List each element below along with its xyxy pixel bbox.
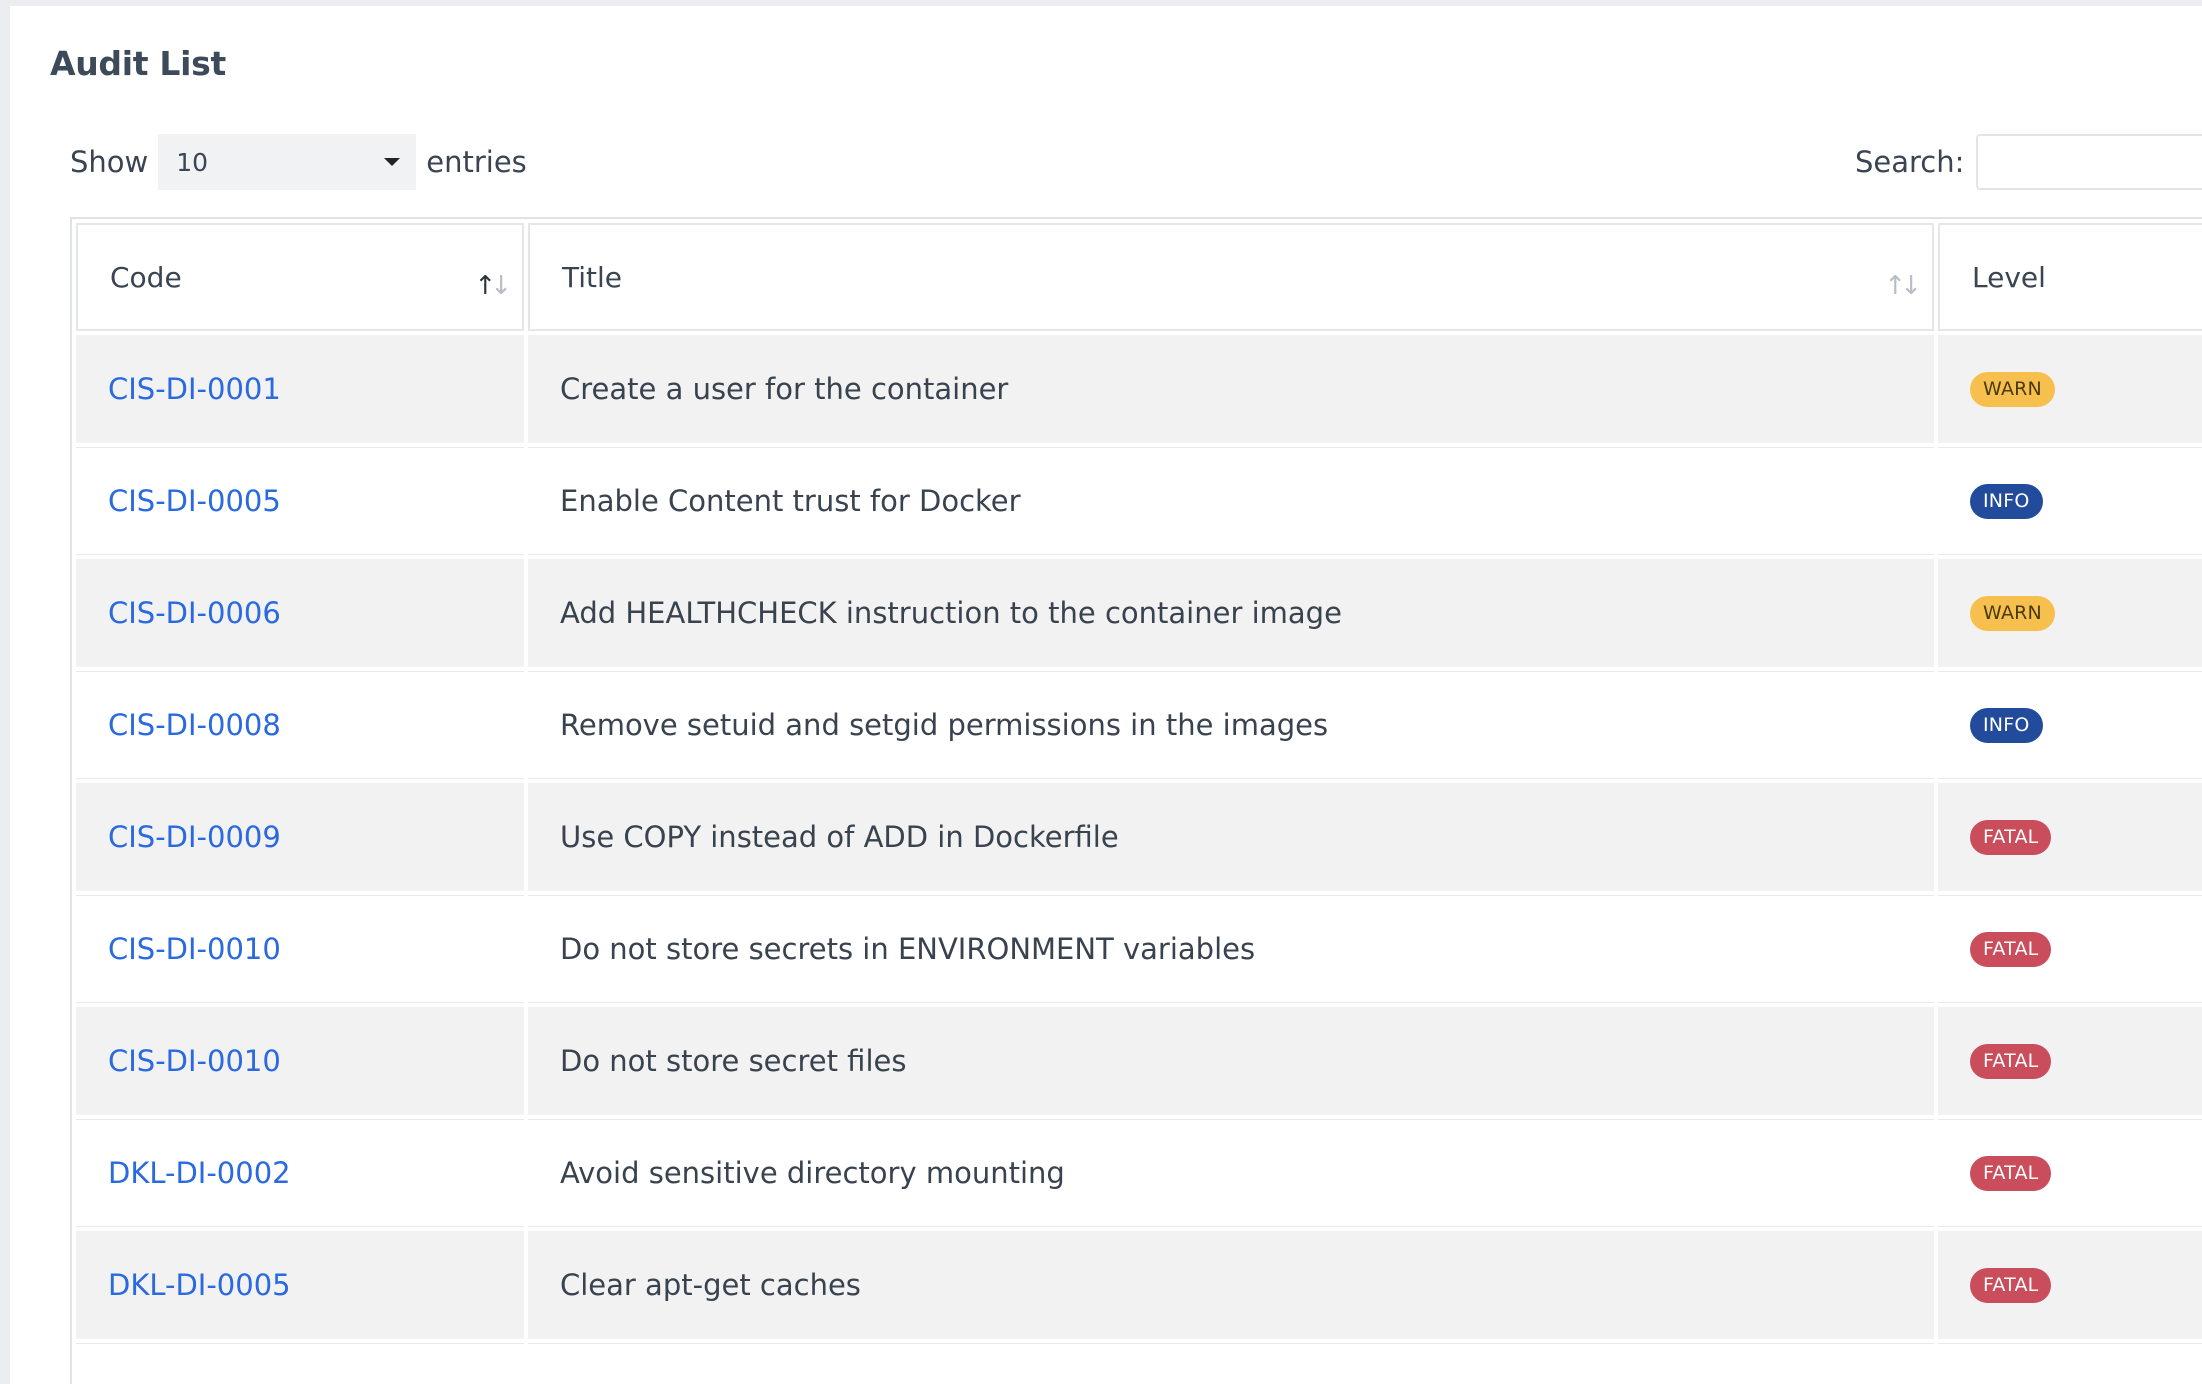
audit-title: Avoid sensitive directory mounting — [560, 1156, 1065, 1190]
table-cell-code: DKL-DI-0002 — [76, 1119, 524, 1227]
table-cell-level: FATAL — [1938, 1119, 2202, 1227]
table-cell-level: FATAL — [1938, 1231, 2202, 1339]
audit-title: Do not store secret files — [560, 1044, 907, 1078]
table-cell-code: CIS-DI-0006 — [76, 559, 524, 667]
table-cell-title: Use COPY instead of ADD in Dockerfile — [528, 783, 1934, 891]
table-cell-code: CIS-DI-0008 — [76, 671, 524, 779]
level-badge: FATAL — [1970, 1155, 2052, 1191]
table-cell-title: Add HEALTHCHECK instruction to the conta… — [528, 559, 1934, 667]
table-cell-code — [76, 1343, 524, 1384]
level-badge: FATAL — [1970, 931, 2052, 967]
audit-title: Enable Content trust for Docker — [560, 484, 1021, 518]
level-badge: FATAL — [1970, 819, 2052, 855]
table-cell-level — [1938, 1343, 2202, 1384]
search-input[interactable] — [1976, 134, 2202, 190]
table-cell-title: Clear apt-get caches — [528, 1231, 1934, 1339]
table-cell-code: CIS-DI-0005 — [76, 447, 524, 555]
audit-table: Code ↑↓ Title ↑↓ Level CIS-DI-0001 Create… — [70, 217, 2202, 1384]
audit-code-link[interactable]: CIS-DI-0006 — [108, 596, 281, 630]
column-header-level-label: Level — [1972, 260, 2046, 294]
sort-arrows-icon: ↑↓ — [474, 271, 512, 301]
table-cell-title: Avoid sensitive directory mounting — [528, 1119, 1934, 1227]
level-badge: INFO — [1970, 707, 2043, 743]
search-label: Search: — [1855, 145, 1965, 179]
audit-title: Use COPY instead of ADD in Dockerfile — [560, 820, 1119, 854]
table-cell-title: Enable Content trust for Docker — [528, 447, 1934, 555]
level-badge: INFO — [1970, 483, 2043, 519]
table-cell-level: FATAL — [1938, 783, 2202, 891]
show-label: Show — [70, 145, 149, 179]
audit-title: Do not store secrets in ENVIRONMENT vari… — [560, 932, 1256, 966]
table-cell-code: CIS-DI-0010 — [76, 895, 524, 1003]
audit-code-link[interactable]: CIS-DI-0008 — [108, 708, 281, 742]
audit-code-link[interactable]: CIS-DI-0009 — [108, 820, 281, 854]
entries-select[interactable]: 10 — [158, 134, 417, 190]
table-cell-code: CIS-DI-0009 — [76, 783, 524, 891]
audit-list-card: Audit List Show 10 entries Search: Code … — [10, 6, 2202, 1384]
card-title: Audit List — [50, 44, 226, 83]
audit-code-link[interactable]: CIS-DI-0001 — [108, 372, 281, 406]
table-cell-code: CIS-DI-0001 — [76, 335, 524, 443]
table-cell-title: Create a user for the container — [528, 335, 1934, 443]
sort-arrows-icon: ↑↓ — [1884, 271, 1921, 301]
entries-select-value: 10 — [176, 147, 209, 177]
table-cell-title — [528, 1343, 1934, 1384]
audit-code-link[interactable]: DKL-DI-0005 — [108, 1268, 291, 1302]
column-header-code-label: Code — [110, 260, 182, 294]
caret-down-icon — [384, 158, 401, 166]
column-header-title-label: Title — [562, 260, 623, 294]
entries-length-control: Show 10 entries — [70, 134, 527, 190]
table-cell-title: Do not store secrets in ENVIRONMENT vari… — [528, 895, 1934, 1003]
table-cell-code: DKL-DI-0005 — [76, 1231, 524, 1339]
table-cell-level: FATAL — [1938, 1007, 2202, 1115]
column-header-level[interactable]: Level — [1938, 223, 2202, 331]
audit-title: Remove setuid and setgid permissions in … — [560, 708, 1329, 742]
table-cell-code: CIS-DI-0010 — [76, 1007, 524, 1115]
column-header-title[interactable]: Title ↑↓ — [528, 223, 1934, 331]
audit-title: Create a user for the container — [560, 372, 1009, 406]
table-cell-level: INFO — [1938, 447, 2202, 555]
level-badge: FATAL — [1970, 1043, 2052, 1079]
audit-table-grid: Code ↑↓ Title ↑↓ Level CIS-DI-0001 Create… — [76, 223, 2202, 1384]
level-badge: WARN — [1970, 371, 2055, 407]
table-cell-title: Remove setuid and setgid permissions in … — [528, 671, 1934, 779]
table-cell-level: WARN — [1938, 559, 2202, 667]
table-cell-level: INFO — [1938, 671, 2202, 779]
search-control: Search: — [1855, 134, 2202, 190]
table-cell-title: Do not store secret files — [528, 1007, 1934, 1115]
table-cell-level: WARN — [1938, 335, 2202, 443]
audit-code-link[interactable]: CIS-DI-0010 — [108, 1044, 281, 1078]
audit-title: Add HEALTHCHECK instruction to the conta… — [560, 596, 1342, 630]
level-badge: FATAL — [1970, 1267, 2052, 1303]
level-badge: WARN — [1970, 595, 2055, 631]
audit-title: Clear apt-get caches — [560, 1268, 861, 1302]
column-header-code[interactable]: Code ↑↓ — [76, 223, 524, 331]
audit-code-link[interactable]: CIS-DI-0010 — [108, 932, 281, 966]
table-cell-level: FATAL — [1938, 895, 2202, 1003]
audit-code-link[interactable]: CIS-DI-0005 — [108, 484, 281, 518]
entries-label: entries — [426, 145, 527, 179]
audit-code-link[interactable]: DKL-DI-0002 — [108, 1156, 291, 1190]
